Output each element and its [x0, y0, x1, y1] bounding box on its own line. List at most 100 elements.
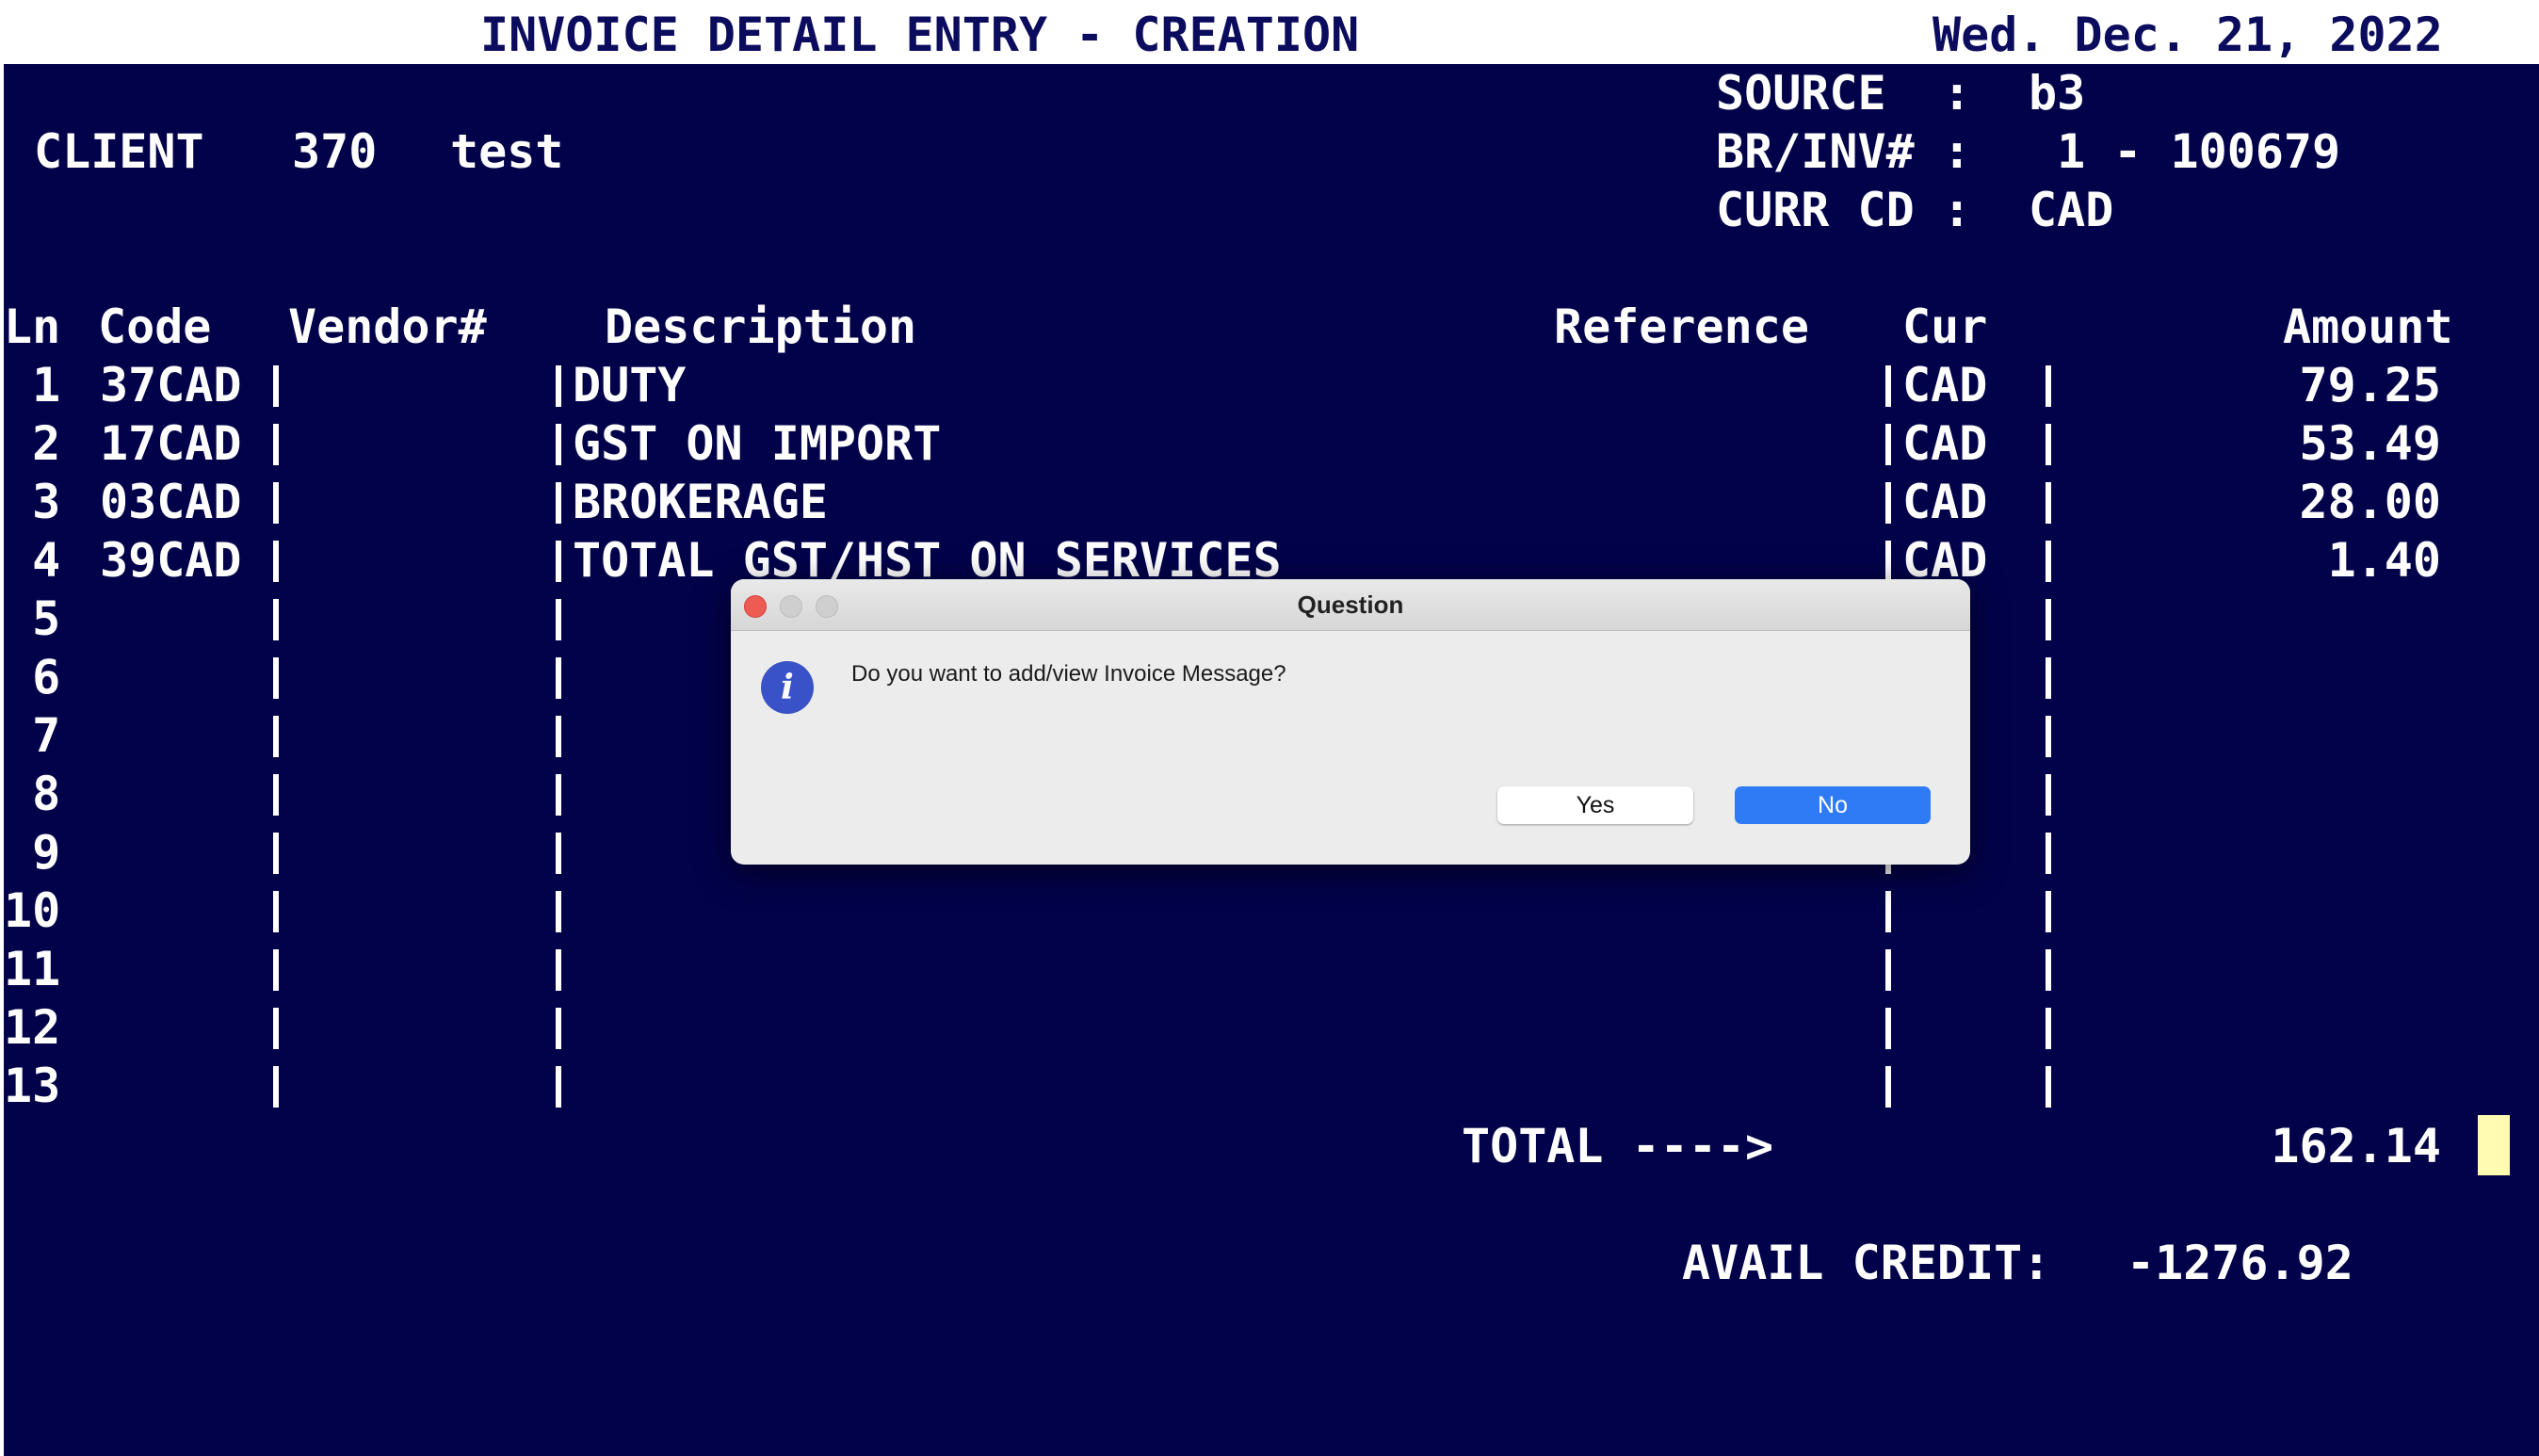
field-separator: [2046, 541, 2051, 582]
line-description[interactable]: GST ON IMPORT: [573, 420, 941, 467]
input-cursor[interactable]: [2478, 1115, 2510, 1175]
currency-code-value: CAD: [2029, 183, 2114, 237]
no-button[interactable]: No: [1735, 786, 1931, 824]
field-separator: [556, 365, 561, 407]
info-icon: i: [761, 661, 814, 714]
col-header-amount: Amount: [2283, 299, 2453, 354]
col-header-ln: Ln: [4, 299, 61, 354]
line-currency[interactable]: CAD: [1902, 362, 1987, 409]
dialog-title: Question: [1297, 590, 1404, 619]
table-row[interactable]: 3 03CAD BROKERAGE CAD 28.00: [4, 473, 2539, 531]
field-separator: [273, 599, 279, 640]
line-description[interactable]: BROKERAGE: [573, 478, 828, 526]
field-separator: [273, 949, 279, 991]
field-separator: [1885, 1066, 1891, 1108]
field-separator: [273, 774, 279, 816]
line-amount[interactable]: 53.49: [2299, 420, 2441, 467]
total-value: 162.14: [2271, 1119, 2441, 1173]
table-row[interactable]: 10: [4, 882, 2539, 940]
col-header-vendor: Vendor#: [288, 299, 487, 354]
yes-button[interactable]: Yes: [1497, 786, 1693, 824]
brinv-label: BR/INV# :: [1716, 124, 1971, 179]
line-number: 11: [4, 942, 61, 996]
field-separator: [2046, 365, 2051, 407]
field-separator: [273, 891, 279, 932]
field-separator: [556, 424, 561, 465]
line-number: 1: [4, 358, 61, 413]
line-description[interactable]: DUTY: [573, 362, 686, 409]
field-separator: [2046, 949, 2051, 991]
line-code[interactable]: 03CAD: [100, 478, 242, 526]
client-label: CLIENT: [34, 124, 204, 179]
field-separator: [556, 541, 561, 582]
field-separator: [1885, 365, 1891, 407]
line-description[interactable]: TOTAL GST/HST ON SERVICES: [573, 537, 1282, 584]
line-code[interactable]: 39CAD: [100, 537, 242, 584]
line-currency[interactable]: CAD: [1902, 537, 1987, 584]
line-number: 8: [4, 767, 61, 821]
field-separator: [273, 1008, 279, 1049]
source-label: SOURCE :: [1716, 66, 1971, 121]
field-separator: [2046, 774, 2051, 816]
field-separator: [273, 482, 279, 524]
table-row[interactable]: 13: [4, 1057, 2539, 1115]
field-separator: [556, 599, 561, 640]
question-dialog[interactable]: Question i Do you want to add/view Invoi…: [731, 579, 1970, 865]
brinv-value: 1 - 100679: [2029, 124, 2341, 179]
field-separator: [2046, 1008, 2051, 1049]
line-number: 6: [4, 650, 61, 704]
field-separator: [1885, 891, 1891, 932]
field-separator: [1885, 1008, 1891, 1049]
field-separator: [273, 1066, 279, 1108]
field-separator: [556, 1066, 561, 1108]
field-separator: [2046, 1066, 2051, 1108]
line-currency[interactable]: CAD: [1902, 478, 1987, 526]
line-amount[interactable]: 28.00: [2299, 478, 2441, 526]
field-separator: [1885, 541, 1891, 582]
field-separator: [273, 716, 279, 757]
field-separator: [556, 833, 561, 874]
line-code[interactable]: 37CAD: [100, 362, 242, 409]
field-separator: [1885, 482, 1891, 524]
line-currency[interactable]: CAD: [1902, 420, 1987, 467]
table-row[interactable]: 11: [4, 940, 2539, 998]
source-value: b3: [2029, 66, 2086, 121]
line-number: 10: [4, 883, 61, 938]
field-separator: [273, 365, 279, 407]
line-number: 13: [4, 1059, 61, 1113]
field-separator: [273, 541, 279, 582]
field-separator: [273, 424, 279, 465]
line-number: 2: [4, 416, 61, 471]
field-separator: [556, 891, 561, 932]
field-separator: [2046, 599, 2051, 640]
field-separator: [2046, 716, 2051, 757]
col-header-cur: Cur: [1902, 299, 1988, 354]
field-separator: [2046, 424, 2051, 465]
line-number: 12: [4, 1000, 61, 1055]
screen-title: INVOICE DETAIL ENTRY - CREATION: [480, 8, 1360, 62]
line-amount[interactable]: 79.25: [2299, 362, 2441, 409]
dialog-message: Do you want to add/view Invoice Message?: [851, 661, 1286, 687]
field-separator: [556, 482, 561, 524]
field-separator: [273, 657, 279, 699]
field-separator: [556, 949, 561, 991]
dialog-titlebar[interactable]: Question: [731, 579, 1970, 631]
field-separator: [2046, 657, 2051, 699]
field-separator: [556, 657, 561, 699]
line-amount[interactable]: 1.40: [2328, 537, 2441, 584]
currency-code-label: CURR CD :: [1716, 183, 1971, 237]
table-row[interactable]: 1 37CAD DUTY CAD 79.25: [4, 356, 2539, 414]
field-separator: [556, 1008, 561, 1049]
avail-credit-value: -1276.92: [2127, 1236, 2353, 1290]
table-row[interactable]: 2 17CAD GST ON IMPORT CAD 53.49: [4, 414, 2539, 473]
col-header-reference: Reference: [1554, 299, 1809, 354]
line-number: 5: [4, 591, 61, 646]
field-separator: [2046, 833, 2051, 874]
field-separator: [2046, 891, 2051, 932]
line-number: 7: [4, 708, 61, 763]
line-number: 4: [4, 533, 61, 588]
table-row[interactable]: 12: [4, 998, 2539, 1057]
line-code[interactable]: 17CAD: [100, 420, 242, 467]
field-separator: [556, 716, 561, 757]
total-label: TOTAL ---->: [1462, 1119, 1774, 1173]
